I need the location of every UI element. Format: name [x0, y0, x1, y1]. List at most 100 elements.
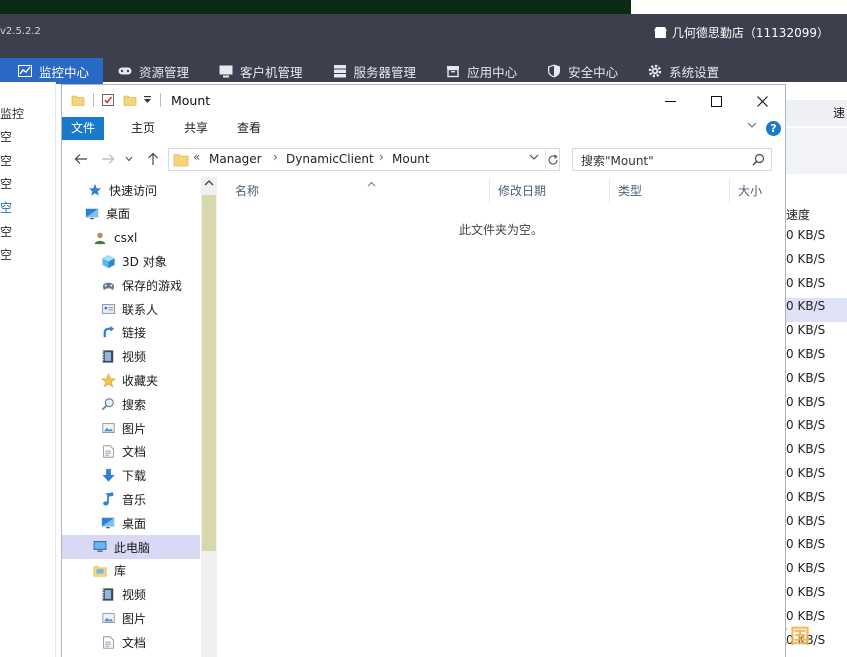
nav-item-label: 收藏夹: [122, 373, 159, 388]
nav-item-label: 联系人: [122, 302, 159, 317]
minimize-button[interactable]: [647, 85, 693, 117]
sidebar-item[interactable]: 空: [0, 220, 56, 244]
nav-item-entry[interactable]: 3D 对象: [62, 249, 200, 273]
breadcrumb-mount[interactable]: Mount: [392, 152, 430, 166]
sort-ascending-icon: [367, 173, 376, 197]
speed-column-header[interactable]: 速度: [786, 206, 810, 223]
sidebar-item[interactable]: 空: [0, 243, 56, 267]
recent-locations-button[interactable]: [123, 149, 135, 169]
nav-security-center[interactable]: 安全中心: [532, 58, 633, 84]
nav-system-settings[interactable]: 系统设置: [633, 58, 734, 84]
search-box[interactable]: 搜索"Mount": [572, 148, 772, 171]
column-type[interactable]: 类型: [610, 179, 730, 203]
navigation-scrollbar[interactable]: [201, 177, 217, 657]
breadcrumb-manager[interactable]: Manager: [209, 152, 262, 166]
back-button[interactable]: [71, 149, 91, 169]
nav-client-management[interactable]: 客户机管理: [204, 58, 318, 84]
tab-view[interactable]: 查看: [226, 117, 272, 140]
column-size[interactable]: 大小: [730, 179, 785, 203]
monitor-icon: [219, 65, 233, 78]
nav-item-label: 桌面: [106, 207, 131, 222]
nav-item-entry[interactable]: 桌面: [62, 511, 200, 535]
box-icon: [447, 66, 460, 78]
nav-item-entry[interactable]: 文档: [62, 630, 200, 654]
speed-value: 0 KB/S: [786, 466, 826, 480]
maximize-button[interactable]: [693, 85, 739, 117]
nav-item-entry[interactable]: 视频: [62, 345, 200, 369]
column-name[interactable]: 名称: [227, 179, 490, 203]
nav-label: 安全中心: [568, 64, 619, 80]
speed-value: 0 KB/S: [786, 251, 826, 266]
sidebar-item[interactable]: 空: [0, 149, 56, 173]
contacts-icon: [100, 301, 116, 317]
table-band: [786, 128, 847, 174]
maximize-icon: [710, 95, 722, 107]
refresh-icon: [548, 154, 558, 165]
desktop-icon: [100, 515, 116, 531]
nav-item-entry[interactable]: 库: [62, 559, 200, 583]
nav-item-label: 图片: [122, 611, 147, 626]
nav-monitor-center[interactable]: 监控中心: [0, 58, 104, 84]
link-icon: [100, 325, 116, 341]
scrollbar-thumb[interactable]: [202, 195, 216, 551]
address-history-button[interactable]: [529, 152, 539, 165]
sidebar-item[interactable]: 空: [0, 172, 56, 196]
nav-item-entry[interactable]: 桌面: [62, 202, 200, 226]
nav-item-entry[interactable]: 音乐: [62, 487, 200, 511]
nav-item-entry[interactable]: 搜索: [62, 392, 200, 416]
shop-name-text: 几何德思勤店（11132099）: [671, 26, 829, 40]
breadcrumb-dynamicclient[interactable]: DynamicClient: [286, 152, 374, 166]
breadcrumb-overflow[interactable]: «: [193, 150, 200, 164]
nav-item-entry[interactable]: 图片: [62, 416, 200, 440]
expand-ribbon-icon[interactable]: [746, 119, 758, 134]
window-title: Mount: [171, 93, 211, 108]
sidebar-item-selected[interactable]: 空: [0, 196, 56, 220]
refresh-button[interactable]: [545, 150, 560, 169]
nav-item-entry[interactable]: 联系人: [62, 297, 200, 321]
file-list-pane: 名称 修改日期 类型 大小 此文件夹为空。: [217, 177, 785, 657]
chart-icon: [18, 65, 32, 77]
chevron-down-icon: [529, 154, 539, 160]
nav-app-center[interactable]: 应用中心: [431, 58, 532, 84]
this-pc-icon: [92, 539, 108, 555]
nav-resource-management[interactable]: 资源管理: [103, 58, 204, 84]
nav-label: 客户机管理: [240, 64, 303, 80]
shield-icon: [548, 64, 561, 78]
speed-value: 0 KB/S: [786, 513, 826, 528]
customize-toolbar-icon[interactable]: [143, 95, 152, 105]
tab-home[interactable]: 主页: [120, 117, 166, 140]
nav-item-entry[interactable]: 视频: [62, 583, 200, 607]
up-button[interactable]: [143, 149, 163, 169]
help-icon[interactable]: ?: [766, 121, 781, 136]
scroll-up-button[interactable]: [203, 179, 215, 191]
nav-item-entry[interactable]: 图片: [62, 606, 200, 630]
properties-icon[interactable]: [101, 93, 115, 107]
sidebar-item-monitor[interactable]: 监控: [0, 102, 56, 126]
address-bar[interactable]: « Manager › DynamicClient › Mount: [168, 148, 560, 171]
column-date-modified[interactable]: 修改日期: [490, 179, 610, 203]
tab-share[interactable]: 共享: [174, 117, 218, 140]
nav-item-entry[interactable]: csxl: [62, 226, 200, 250]
video-icon: [100, 587, 116, 603]
app-sidebar: 监控 空 空 空 空 空 空: [0, 82, 56, 657]
nav-item-entry[interactable]: 保存的游戏: [62, 273, 200, 297]
nav-item-entry[interactable]: 下载: [62, 464, 200, 488]
new-folder-icon[interactable]: [123, 93, 137, 107]
nav-server-management[interactable]: 服务器管理: [318, 58, 432, 84]
tab-file[interactable]: 文件: [62, 117, 104, 140]
nav-item-entry[interactable]: 收藏夹: [62, 368, 200, 392]
nav-item-entry[interactable]: 快速访问: [62, 178, 200, 202]
sidebar-item[interactable]: 空: [0, 125, 56, 149]
close-icon: [756, 95, 768, 107]
nav-item-entry[interactable]: 链接: [62, 321, 200, 345]
nav-item-this-pc[interactable]: 此电脑: [62, 535, 200, 559]
toolbar-fragment: 速: [832, 106, 845, 120]
pictures-icon: [100, 610, 116, 626]
search-icon: [100, 396, 116, 412]
column-label: 类型: [618, 184, 643, 198]
shop-name[interactable]: 几何德思勤店（11132099）: [653, 24, 829, 41]
nav-item-label: 文档: [122, 635, 147, 650]
close-button[interactable]: [739, 85, 785, 117]
nav-item-entry[interactable]: 文档: [62, 440, 200, 464]
forward-button[interactable]: [98, 149, 118, 169]
